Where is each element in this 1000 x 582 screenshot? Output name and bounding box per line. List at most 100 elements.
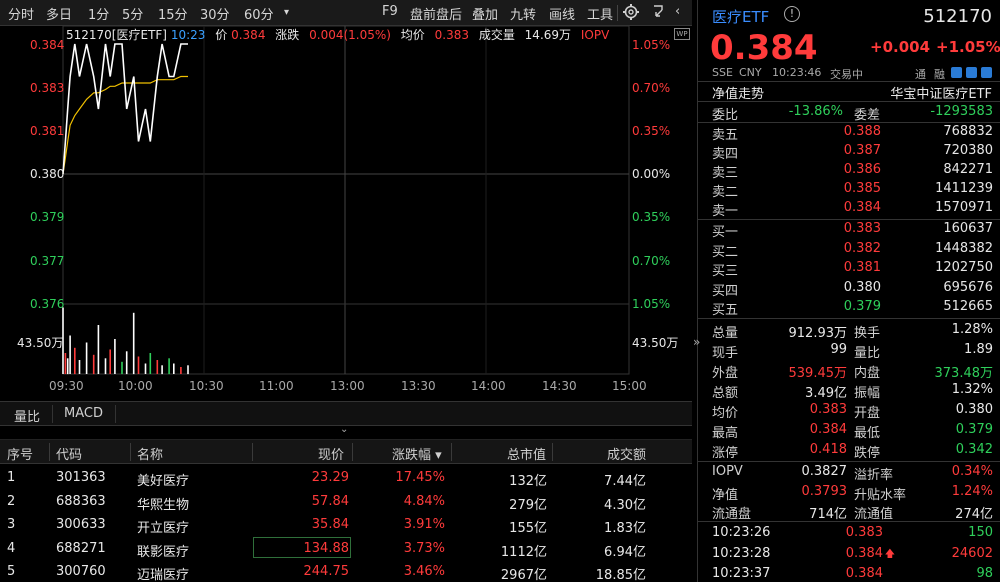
tab-volume-ratio[interactable]: 量比 xyxy=(8,406,46,425)
commission-diff-value: -1293583 xyxy=(930,104,993,119)
row-market-cap: 2967亿 xyxy=(500,568,547,582)
col-market-cap[interactable]: 总市值 xyxy=(507,444,546,463)
tab-intraday[interactable]: 分时 xyxy=(8,4,34,23)
row-price: 57.84 xyxy=(311,493,349,509)
chevron-left-icon[interactable]: ‹ xyxy=(675,4,680,19)
stat-value: 0.3827 xyxy=(801,464,848,479)
bids-level-price: 0.381 xyxy=(843,260,881,275)
stat-value: 3.49亿 xyxy=(805,386,847,401)
col-price[interactable]: 现价 xyxy=(318,444,344,463)
indicator-tabs: 量比 MACD xyxy=(0,401,692,426)
row-change-pct: 17.45% xyxy=(395,470,445,485)
tracked-index-name[interactable]: 华宝中证医疗ETF xyxy=(890,83,992,102)
stat-value: 1.32% xyxy=(951,382,993,397)
stat-value: 0.34% xyxy=(951,464,993,479)
asks-level-row[interactable]: 卖三 0.386 842271 xyxy=(698,161,1000,181)
intraday-chart: 512170[医疗ETF] 10:23 价 0.384 涨跌 0.004(1.0… xyxy=(0,26,692,400)
stat-label: 流通盘 xyxy=(712,507,752,522)
volume-bar xyxy=(137,356,140,374)
tab-1min[interactable]: 1分 xyxy=(88,4,109,23)
row-market-cap: 279亿 xyxy=(509,497,547,513)
bids-level-row[interactable]: 买五 0.379 512665 xyxy=(698,298,1000,318)
asks-level-row[interactable]: 卖一 0.384 1570971 xyxy=(698,199,1000,219)
col-code[interactable]: 代码 xyxy=(56,444,82,463)
stat-label: 涨停 xyxy=(712,446,739,461)
stat-row: 外盘 539.45万 内盘 373.48万 xyxy=(698,361,1000,381)
table-row[interactable]: 3 300633 开立医疗 35.84 3.91% 155亿 1.83亿 xyxy=(0,512,692,536)
tab-60min[interactable]: 60分 xyxy=(244,4,274,23)
stat-value: 1.89 xyxy=(964,342,993,357)
overlay-button[interactable]: 叠加 xyxy=(472,4,498,23)
wp-badge[interactable]: WP xyxy=(674,28,690,40)
stat-label: 量比 xyxy=(854,346,881,361)
row-market-cap: 1112亿 xyxy=(500,544,547,560)
collapse-panel-icon[interactable]: » xyxy=(693,335,700,349)
table-row[interactable]: 4 688271 联影医疗 134.88 3.73% 1112亿 6.94亿 xyxy=(0,536,692,560)
volume-bar xyxy=(64,353,67,374)
col-name[interactable]: 名称 xyxy=(137,444,163,463)
tab-multiday[interactable]: 多日 xyxy=(46,4,72,23)
asks-level-row[interactable]: 卖四 0.387 720380 xyxy=(698,142,1000,162)
bids-level-volume: 512665 xyxy=(943,299,993,314)
volume-bar xyxy=(104,358,107,375)
asks-level-row[interactable]: 卖二 0.385 1411239 xyxy=(698,180,1000,200)
nav-trend-link[interactable]: 净值走势 xyxy=(712,83,764,102)
f9-button[interactable]: F9 xyxy=(382,4,398,19)
table-row[interactable]: 2 688363 华熙生物 57.84 4.84% 279亿 4.30亿 xyxy=(0,489,692,513)
col-separator xyxy=(49,443,50,461)
divider xyxy=(698,101,1000,102)
col-turnover[interactable]: 成交额 xyxy=(607,444,646,463)
bids-level-row[interactable]: 买三 0.381 1202750 xyxy=(698,259,1000,279)
row-index: 2 xyxy=(7,493,16,509)
chart-grid xyxy=(62,26,630,375)
bids-level-label: 买二 xyxy=(712,244,739,260)
commission-ratio-value: -13.86% xyxy=(788,104,843,119)
col-index[interactable]: 序号 xyxy=(7,444,33,463)
table-row[interactable]: 5 300760 迈瑞医疗 244.75 3.46% 2967亿 18.85亿 xyxy=(0,559,692,582)
divider xyxy=(698,461,1000,462)
asks-level-row[interactable]: 卖五 0.388 768832 xyxy=(698,123,1000,143)
table-row[interactable]: 1 301363 美好医疗 23.29 17.45% 132亿 7.44亿 xyxy=(0,465,692,489)
row-index: 5 xyxy=(7,564,16,579)
tick-row: 10:23:37 0.384 98 xyxy=(698,565,1000,582)
row-turnover: 7.44亿 xyxy=(604,474,646,489)
premarket-button[interactable]: 盘前盘后 xyxy=(410,4,462,23)
tab-15min[interactable]: 15分 xyxy=(158,4,188,23)
iopv-label: IOPV xyxy=(580,28,610,42)
panel-expander[interactable]: ⌄ xyxy=(0,424,692,440)
col-separator xyxy=(352,443,353,461)
chevron-down-icon[interactable]: ⌄ xyxy=(340,424,348,435)
tab-5min[interactable]: 5分 xyxy=(122,4,143,23)
nine-turn-button[interactable]: 九转 xyxy=(510,4,536,23)
stat-row: 净值 0.3793 升贴水率 1.24% xyxy=(698,483,1000,503)
tick-row: 10:23:26 0.383 150 xyxy=(698,524,1000,544)
gear-icon[interactable] xyxy=(622,3,640,24)
tick-time: 10:23:28 xyxy=(712,545,771,561)
col-separator xyxy=(552,443,553,461)
list-icon[interactable] xyxy=(981,67,992,78)
volume-tick-right: 43.50万 xyxy=(632,336,679,350)
period-dropdown-icon[interactable]: ▾ xyxy=(284,7,289,18)
info-icon[interactable]: ! xyxy=(784,6,800,22)
time-tick: 14:30 xyxy=(542,379,577,393)
bids-level-row[interactable]: 买四 0.380 695676 xyxy=(698,279,1000,299)
row-name: 联影医疗 xyxy=(137,544,190,560)
tick-volume: 24602 xyxy=(951,545,993,561)
asks-level-volume: 1570971 xyxy=(935,200,993,215)
col-change-pct[interactable]: 涨跌幅 ▾ xyxy=(392,444,442,463)
bids-level-row[interactable]: 买二 0.382 1448382 xyxy=(698,240,1000,260)
back-icon[interactable] xyxy=(650,4,666,23)
stat-value: 0.418 xyxy=(809,442,847,457)
edit-icon[interactable] xyxy=(966,67,977,78)
tools-button[interactable]: 工具 xyxy=(587,4,613,23)
volume-label: 成交量 xyxy=(478,28,515,42)
volume-bar xyxy=(97,325,100,374)
tab-macd[interactable]: MACD xyxy=(58,406,109,421)
bids-level-row[interactable]: 买一 0.383 160637 xyxy=(698,220,1000,240)
tab-30min[interactable]: 30分 xyxy=(200,4,230,23)
bids-level-price: 0.380 xyxy=(843,279,881,295)
volume-bar xyxy=(69,335,71,374)
draw-line-button[interactable]: 画线 xyxy=(549,4,575,23)
edit-icon[interactable] xyxy=(951,67,962,78)
time-tick: 14:00 xyxy=(471,379,506,393)
